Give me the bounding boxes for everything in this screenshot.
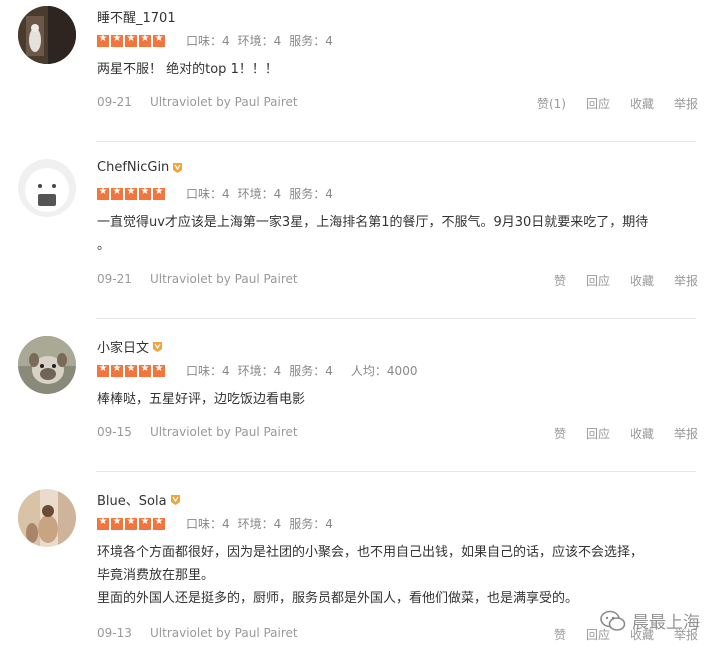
score-service: 服务：4 <box>289 364 333 378</box>
review-text-line: 毕竟消费放在那里。 <box>97 568 215 583</box>
score-environment: 环境：4 <box>237 34 282 48</box>
like-button[interactable]: 赞 <box>554 272 566 289</box>
report-button[interactable]: 举报 <box>674 272 698 289</box>
username[interactable]: 睡不醒_1701 <box>97 7 176 26</box>
star-icon <box>153 186 165 200</box>
reviews-page: 睡不醒_1701 口味：4 环境：4 服务：4 两星不服！ 绝对的top 1！！… <box>0 0 722 657</box>
favorite-button[interactable]: 收藏 <box>630 95 654 112</box>
vip-badge-icon <box>152 341 163 353</box>
rating-row: 口味：4 环境：4 服务：4 <box>97 515 341 532</box>
restaurant-link[interactable]: Ultraviolet by Paul Pairet <box>150 272 298 286</box>
like-button[interactable]: 赞(1) <box>537 95 566 112</box>
divider <box>96 471 696 472</box>
score-environment: 环境：4 <box>237 187 282 201</box>
review-date: 09-15 <box>97 425 132 439</box>
review-text-line: 两星不服！ 绝对的top 1！！！ <box>97 62 278 77</box>
review-date: 09-21 <box>97 272 132 286</box>
score-service: 服务：4 <box>289 187 333 201</box>
report-button[interactable]: 举报 <box>674 95 698 112</box>
score-taste: 口味：4 <box>186 34 230 48</box>
star-icon <box>139 186 151 200</box>
star-rating <box>97 363 167 377</box>
review-text: 一直觉得uv才应该是上海第一家3星，上海排名第1的餐厅，不服气。9月30日就要来… <box>97 211 698 257</box>
score-service: 服务：4 <box>289 34 333 48</box>
avatar[interactable] <box>18 6 76 64</box>
wechat-icon <box>600 610 626 631</box>
review-text: 棒棒哒，五星好评，边吃饭边看电影 <box>97 388 698 411</box>
review-text: 两星不服！ 绝对的top 1！！！ <box>97 58 698 81</box>
star-icon <box>125 186 137 200</box>
review-text-line: 。 <box>97 238 111 253</box>
star-rating <box>97 33 167 47</box>
avatar[interactable] <box>18 336 76 394</box>
score-taste: 口味：4 <box>186 187 230 201</box>
reply-button[interactable]: 回应 <box>586 425 610 442</box>
star-icon <box>153 363 165 377</box>
restaurant-link[interactable]: Ultraviolet by Paul Pairet <box>150 95 298 109</box>
review-text-line: 里面的外国人还是挺多的，厨师，服务员都是外国人，看他们做菜，也是满享受的。 <box>97 591 579 606</box>
rating-row: 口味：4 环境：4 服务：4 <box>97 32 341 49</box>
star-icon <box>139 516 151 530</box>
star-icon <box>153 516 165 530</box>
score-service: 服务：4 <box>289 517 333 531</box>
star-icon <box>111 186 123 200</box>
rating-row: 口味：4 环境：4 服务：4 人均：4000 <box>97 362 425 379</box>
restaurant-link[interactable]: Ultraviolet by Paul Pairet <box>150 626 298 640</box>
reply-button[interactable]: 回应 <box>586 272 610 289</box>
review-date: 09-13 <box>97 626 132 640</box>
star-icon <box>111 516 123 530</box>
review-text-line: 一直觉得uv才应该是上海第一家3星，上海排名第1的餐厅，不服气。9月30日就要来… <box>97 215 649 230</box>
star-icon <box>139 33 151 47</box>
star-rating <box>97 186 167 200</box>
avatar[interactable] <box>18 159 76 217</box>
username[interactable]: ChefNicGin <box>97 160 183 175</box>
review-date: 09-21 <box>97 95 132 109</box>
vip-badge-icon <box>170 494 181 506</box>
avatar[interactable] <box>18 489 76 547</box>
review-text-line: 棒棒哒，五星好评，边吃饭边看电影 <box>97 392 306 407</box>
score-environment: 环境：4 <box>237 517 282 531</box>
divider <box>96 318 696 319</box>
star-rating <box>97 516 167 530</box>
username[interactable]: 小家日文 <box>97 337 163 356</box>
like-button[interactable]: 赞 <box>554 626 566 643</box>
score-avg-price: 人均：4000 <box>350 364 418 378</box>
star-icon <box>125 516 137 530</box>
vip-badge-icon <box>172 162 183 174</box>
star-icon <box>125 33 137 47</box>
score-taste: 口味：4 <box>186 517 230 531</box>
watermark-text: 晨最上海 <box>632 613 700 633</box>
reply-button[interactable]: 回应 <box>586 95 610 112</box>
review-text-line: 环境各个方面都很好，因为是社团的小聚会，也不用自己出钱，如果自己的话，应该不会选… <box>97 545 644 560</box>
divider <box>96 141 696 142</box>
star-icon <box>111 33 123 47</box>
star-icon <box>111 363 123 377</box>
favorite-button[interactable]: 收藏 <box>630 272 654 289</box>
watermark: 晨最上海 <box>600 608 700 633</box>
report-button[interactable]: 举报 <box>674 425 698 442</box>
score-environment: 环境：4 <box>237 364 282 378</box>
star-icon <box>97 186 109 200</box>
favorite-button[interactable]: 收藏 <box>630 425 654 442</box>
review-text: 环境各个方面都很好，因为是社团的小聚会，也不用自己出钱，如果自己的话，应该不会选… <box>97 541 698 610</box>
rating-row: 口味：4 环境：4 服务：4 <box>97 185 341 202</box>
restaurant-link[interactable]: Ultraviolet by Paul Pairet <box>150 425 298 439</box>
username[interactable]: Blue、Sola <box>97 490 181 509</box>
like-button[interactable]: 赞 <box>554 425 566 442</box>
star-icon <box>97 516 109 530</box>
star-icon <box>125 363 137 377</box>
star-icon <box>97 363 109 377</box>
star-icon <box>97 33 109 47</box>
star-icon <box>153 33 165 47</box>
score-taste: 口味：4 <box>186 364 230 378</box>
star-icon <box>139 363 151 377</box>
